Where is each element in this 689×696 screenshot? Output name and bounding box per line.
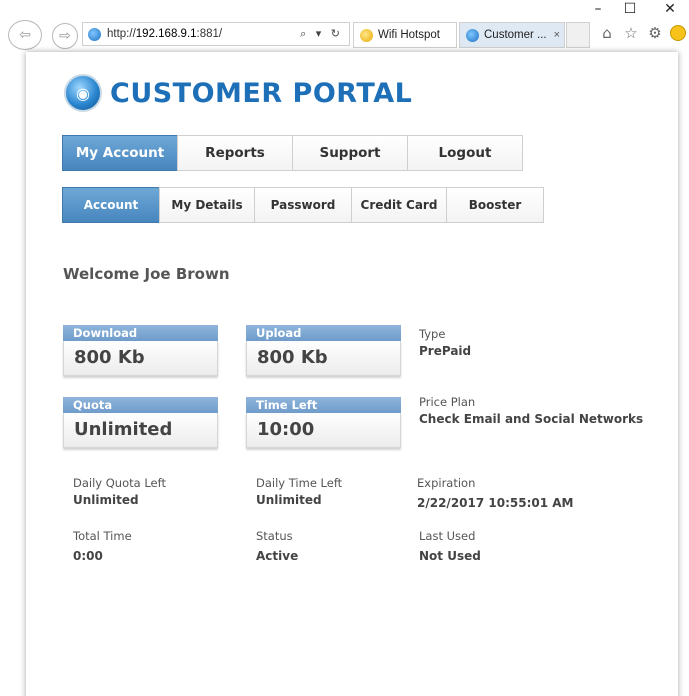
type-field: Type PrePaid	[419, 327, 471, 358]
upload-stat: Upload 800 Kb	[246, 325, 401, 378]
stat-value: 800 Kb	[63, 341, 218, 376]
field-value: Check Email and Social Networks	[419, 412, 644, 426]
stat-label: Download	[63, 325, 218, 341]
search-refresh-icons[interactable]: ⌕ ▾ ↻	[300, 27, 343, 41]
stat-label: Time Left	[246, 397, 401, 413]
back-button[interactable]: ⇦	[8, 20, 42, 50]
field-value: Not Used	[419, 549, 481, 563]
status-field: Status Active	[256, 529, 298, 563]
close-tab-icon[interactable]: ×	[554, 29, 560, 41]
tab-logout[interactable]: Logout	[407, 135, 523, 171]
expiration-field: Expiration 2/22/2017 10:55:01 AM	[417, 476, 574, 510]
tab-label: Wifi Hotspot	[378, 29, 440, 41]
wifi-logo-icon: ◉	[64, 74, 102, 112]
field-value: 2/22/2017 10:55:01 AM	[417, 496, 574, 510]
download-stat: Download 800 Kb	[63, 325, 218, 378]
tab-booster[interactable]: Booster	[446, 187, 544, 223]
field-label: Type	[419, 327, 446, 341]
field-value: Unlimited	[73, 493, 139, 507]
stat-label: Quota	[63, 397, 218, 413]
daily-quota-left-field: Daily Quota Left Unlimited	[73, 476, 166, 507]
forward-button[interactable]: ⇨	[52, 23, 78, 49]
field-value: Unlimited	[256, 493, 322, 507]
field-label: Price Plan	[419, 395, 476, 409]
minimize-icon[interactable]: –	[588, 0, 608, 18]
address-url[interactable]: http://192.168.9.1:881/	[107, 28, 300, 40]
field-label: Total Time	[73, 529, 132, 543]
field-value: Active	[256, 549, 299, 563]
sub-nav: Account My Details Password Credit Card …	[62, 187, 544, 223]
tab-my-account[interactable]: My Account	[62, 135, 178, 171]
tab-customer-portal[interactable]: Customer ... ×	[459, 22, 565, 48]
time-left-stat: Time Left 10:00	[246, 397, 401, 450]
last-used-field: Last Used Not Used	[419, 529, 481, 563]
new-tab-button[interactable]	[566, 22, 590, 48]
price-plan-field: Price Plan Check Email and Social Networ…	[419, 395, 643, 426]
home-icon[interactable]: ⌂	[598, 24, 616, 42]
field-label: Daily Time Left	[256, 476, 343, 490]
total-time-field: Total Time 0:00	[73, 529, 132, 563]
tab-credit-card[interactable]: Credit Card	[351, 187, 447, 223]
field-label: Daily Quota Left	[73, 476, 166, 490]
field-value: 0:00	[73, 549, 103, 563]
close-window-icon[interactable]: ✕	[660, 0, 680, 18]
stat-label: Upload	[246, 325, 401, 341]
favorites-star-icon[interactable]: ☆	[622, 24, 640, 42]
field-value: PrePaid	[419, 344, 472, 358]
field-label: Status	[256, 529, 293, 543]
tab-support[interactable]: Support	[292, 135, 408, 171]
tab-account[interactable]: Account	[62, 187, 160, 223]
tab-favicon-icon	[466, 28, 479, 42]
back-arrow-icon: ⇦	[19, 27, 31, 43]
logo: ◉ CUSTOMER PORTAL	[64, 74, 412, 112]
forward-arrow-icon: ⇨	[59, 28, 71, 44]
tab-wifi-hotspot[interactable]: Wifi Hotspot	[353, 22, 457, 48]
browser-chrome: – ☐ ✕ ⇦ ⇨ http://192.168.9.1:881/ ⌕ ▾ ↻ …	[0, 0, 689, 50]
settings-gear-icon[interactable]: ⚙	[646, 24, 664, 42]
stat-value: 10:00	[246, 413, 401, 448]
tab-password[interactable]: Password	[254, 187, 352, 223]
maximize-icon[interactable]: ☐	[620, 0, 640, 18]
stat-value: 800 Kb	[246, 341, 401, 376]
feedback-smiley-icon[interactable]	[670, 25, 686, 41]
address-bar[interactable]: http://192.168.9.1:881/ ⌕ ▾ ↻	[82, 22, 350, 46]
daily-time-left-field: Daily Time Left Unlimited	[256, 476, 342, 507]
logo-text: CUSTOMER PORTAL	[110, 77, 413, 109]
tab-my-details[interactable]: My Details	[159, 187, 255, 223]
portal-panel: ◉ CUSTOMER PORTAL My Account Reports Sup…	[26, 52, 678, 696]
stat-value: Unlimited	[63, 413, 218, 448]
main-nav: My Account Reports Support Logout	[62, 135, 523, 171]
welcome-heading: Welcome Joe Brown	[63, 265, 230, 283]
quota-stat: Quota Unlimited	[63, 397, 218, 450]
site-favicon-icon	[88, 27, 101, 41]
tab-favicon-icon	[360, 28, 373, 42]
tab-label: Customer ...	[484, 29, 547, 41]
tab-reports[interactable]: Reports	[177, 135, 293, 171]
field-label: Last Used	[419, 529, 476, 543]
field-label: Expiration	[417, 476, 476, 490]
